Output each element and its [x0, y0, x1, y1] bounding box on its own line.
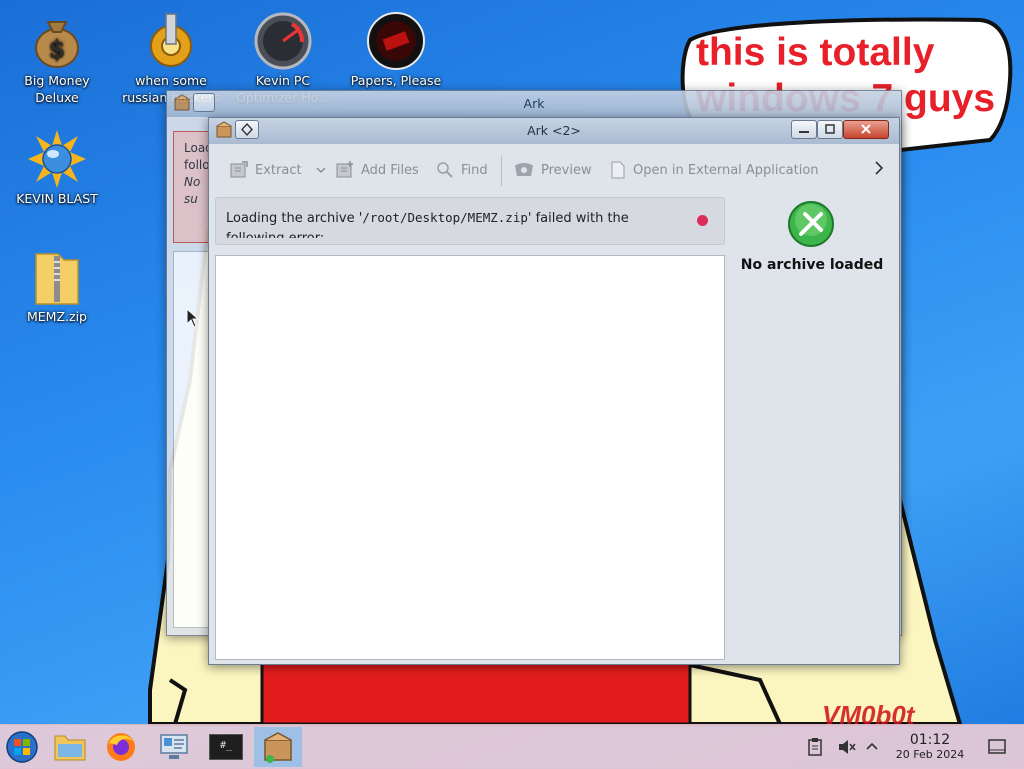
mouse-cursor-icon — [186, 308, 200, 328]
desktop-icon-label: MEMZ.zip — [27, 309, 87, 324]
file-manager-icon — [54, 735, 86, 761]
open-external-button[interactable]: Open in External Application — [609, 160, 819, 180]
firefox-icon — [107, 733, 135, 761]
window-titlebar[interactable]: Ark <2> — [209, 118, 899, 144]
extract-label: Extract — [255, 162, 302, 178]
extract-icon — [230, 161, 248, 178]
tray-expand-chevron-up-icon[interactable] — [864, 739, 880, 757]
maximize-button[interactable] — [817, 120, 843, 139]
volume-muted-icon[interactable] — [836, 737, 856, 761]
zip-folder-icon — [28, 248, 86, 306]
preview-button[interactable]: Preview — [513, 160, 592, 180]
globe-burst-icon — [28, 130, 86, 188]
archive-contents-list[interactable] — [215, 255, 725, 660]
desktop-icon-label: Big Money Deluxe — [24, 73, 90, 105]
chevron-right-icon — [875, 161, 884, 175]
back-window-title: Ark — [523, 96, 545, 111]
desktop-icon-papers-please[interactable]: Papers, Please — [341, 12, 451, 89]
file-manager-button[interactable] — [48, 727, 92, 767]
start-orb-icon — [6, 731, 38, 763]
system-settings-icon — [160, 734, 188, 759]
papers-please-icon — [367, 12, 425, 70]
preview-icon — [515, 163, 533, 176]
archive-path: /root/Desktop/MEMZ.zip — [362, 210, 528, 225]
extract-button[interactable]: Extract — [229, 160, 328, 180]
find-button[interactable]: Find — [435, 160, 488, 180]
main-toolbar: Extract Add Files Find Preview Open in E… — [215, 150, 893, 188]
add-files-icon — [336, 161, 353, 178]
close-button[interactable] — [843, 120, 889, 139]
error-message-banner: Loading the archive '/root/Desktop/MEMZ.… — [215, 197, 725, 245]
desktop-icon-label: Papers, Please — [350, 73, 442, 88]
terminal-icon: #_ — [209, 734, 243, 760]
error-message-text: Loading the archive '/root/Desktop/MEMZ.… — [226, 208, 681, 238]
search-icon — [437, 162, 453, 178]
toolbar-overflow-button[interactable] — [873, 160, 885, 176]
desktop-icon-memz-zip[interactable]: MEMZ.zip — [2, 248, 112, 325]
document-icon — [611, 161, 625, 179]
open-external-label: Open in External Application — [633, 162, 819, 178]
ark-icon — [264, 732, 292, 763]
find-label: Find — [461, 162, 488, 178]
minimize-button[interactable] — [791, 120, 817, 139]
preview-label: Preview — [541, 162, 592, 178]
ark-taskbar-button[interactable] — [254, 727, 302, 767]
speedometer-icon — [254, 12, 312, 70]
gear-icon — [142, 12, 200, 70]
taskbar: #_ 01:12 20 Feb 2024 — [0, 724, 1024, 769]
no-archive-label: No archive loaded — [740, 257, 884, 273]
chevron-down-icon[interactable] — [314, 163, 328, 177]
tools-icon — [787, 200, 835, 252]
clipboard-icon[interactable] — [806, 737, 824, 761]
terminal-button[interactable]: #_ — [204, 727, 248, 767]
start-button[interactable] — [0, 727, 44, 767]
svg-text:$: $ — [49, 34, 66, 63]
back-window-titlebar[interactable]: Ark — [167, 91, 901, 117]
desktop-icon-label: KEVIN BLAST — [16, 191, 98, 206]
clock[interactable]: 01:12 20 Feb 2024 — [886, 733, 974, 762]
show-desktop-icon[interactable] — [986, 737, 1008, 761]
terminal-glyph: #_ — [219, 740, 233, 751]
clock-time: 01:12 — [909, 732, 951, 748]
system-settings-button[interactable] — [152, 727, 196, 767]
money-bag-icon: $ — [28, 12, 86, 70]
add-files-label: Add Files — [361, 162, 419, 178]
firefox-button[interactable] — [99, 727, 143, 767]
toolbar-separator — [501, 156, 502, 186]
close-message-icon[interactable] — [697, 215, 708, 226]
desktop-icon-big-money-deluxe[interactable]: $ Big Money Deluxe — [2, 12, 112, 106]
info-side-panel: No archive loaded — [727, 194, 897, 659]
clock-date: 20 Feb 2024 — [895, 748, 965, 761]
error-message-prefix: Loading the archive ' — [226, 211, 363, 226]
add-files-button[interactable]: Add Files — [335, 160, 419, 180]
desktop-icon-kevin-blast[interactable]: KEVIN BLAST — [2, 130, 112, 207]
